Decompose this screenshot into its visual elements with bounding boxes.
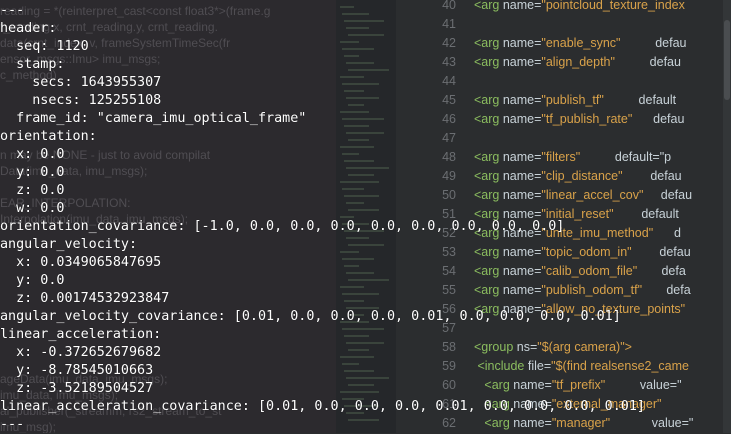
terminal-line: linear_acceleration: bbox=[0, 327, 162, 342]
terminal-line: linear_acceleration_covariance: [0.01, 0… bbox=[0, 399, 645, 414]
terminal-line: angular_velocity: bbox=[0, 237, 138, 252]
terminal-line: --- bbox=[0, 417, 25, 432]
terminal-output[interactable]: --- header: seq: 1120 stamp: secs: 164395… bbox=[0, 0, 731, 433]
terminal-line: angular_velocity_covariance: [0.01, 0.0,… bbox=[0, 309, 621, 324]
terminal-line: y: 0.0 bbox=[0, 165, 65, 180]
terminal-line: w: 0.0 bbox=[0, 201, 65, 216]
terminal-line: x: -0.372652679682 bbox=[0, 345, 162, 360]
terminal-line: y: -8.78545010663 bbox=[0, 363, 154, 378]
terminal-line: z: -3.52189504527 bbox=[0, 381, 154, 396]
terminal-line: seq: 1120 bbox=[0, 39, 89, 54]
terminal-line: orientation_covariance: [-1.0, 0.0, 0.0,… bbox=[0, 219, 565, 234]
terminal-line: z: 0.0 bbox=[0, 183, 65, 198]
terminal-line: x: 0.0 bbox=[0, 147, 65, 162]
terminal-line: frame_id: "camera_imu_optical_frame" bbox=[0, 111, 307, 126]
terminal-line: y: 0.0 bbox=[0, 273, 65, 288]
terminal-line: z: 0.00174532923847 bbox=[0, 291, 170, 306]
terminal-line: nsecs: 125255108 bbox=[0, 93, 162, 108]
terminal-line: header: bbox=[0, 21, 57, 36]
terminal-line: secs: 1643955307 bbox=[0, 75, 162, 90]
terminal-line: --- bbox=[0, 3, 25, 18]
terminal-line: stamp: bbox=[0, 57, 65, 72]
terminal-line: x: 0.0349065847695 bbox=[0, 255, 162, 270]
terminal-line: orientation: bbox=[0, 129, 97, 144]
